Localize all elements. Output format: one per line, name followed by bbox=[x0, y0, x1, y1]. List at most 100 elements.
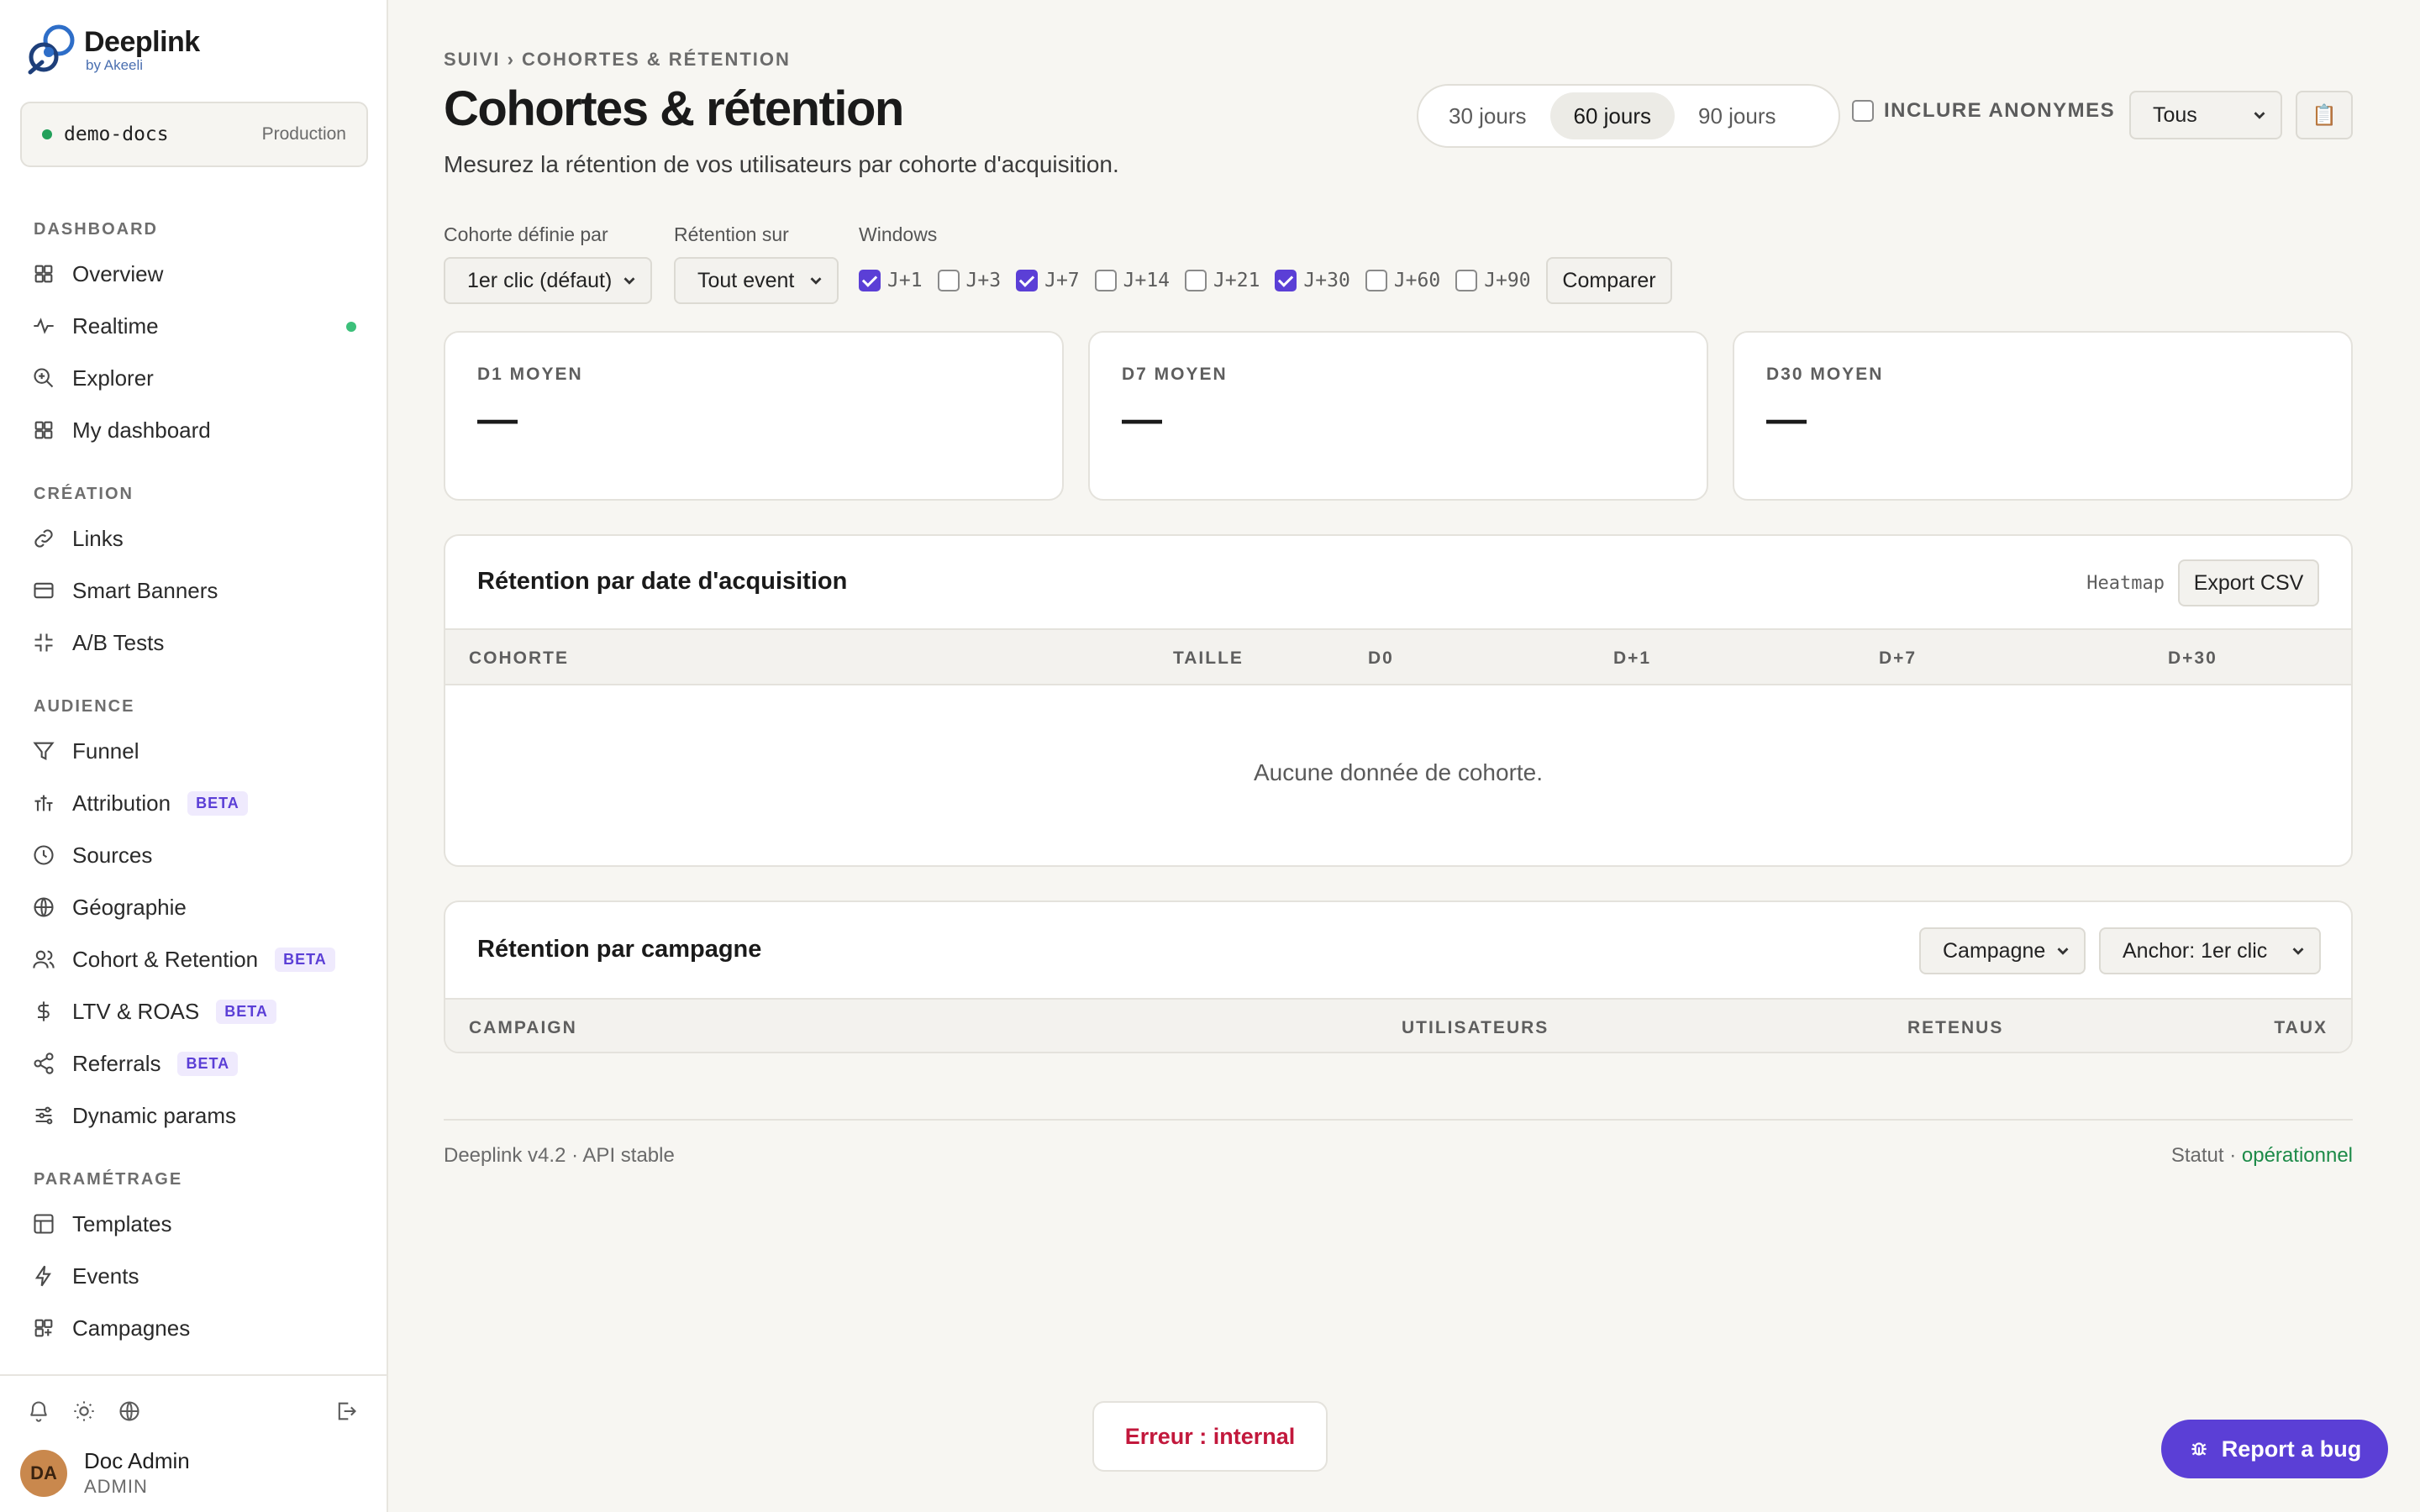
campaign-groupby-select[interactable]: Campagne bbox=[1919, 927, 2086, 974]
column-header: UTILISATEURS bbox=[1402, 1018, 1549, 1037]
calendar-button[interactable]: 📋 bbox=[2296, 91, 2353, 139]
nav-section-audience: AUDIENCE Funnel Attribution BETA Sources Géog… bbox=[0, 697, 387, 1142]
window-checkbox[interactable] bbox=[859, 270, 881, 291]
segment-select[interactable]: Tous bbox=[2129, 91, 2282, 139]
sliders-icon bbox=[32, 791, 55, 815]
compare-button[interactable]: Comparer bbox=[1546, 257, 1672, 304]
chevron-down-icon bbox=[2057, 948, 2069, 955]
window-j-30-toggle[interactable]: J+30 bbox=[1275, 270, 1350, 291]
chevron-down-icon bbox=[2292, 948, 2304, 955]
sidebar-item-funnel[interactable]: Funnel bbox=[0, 725, 387, 777]
sidebar-item-referrals[interactable]: Referrals BETA bbox=[0, 1037, 387, 1089]
zoom-in-icon bbox=[32, 366, 55, 390]
range-90-jours-button[interactable]: 90 jours bbox=[1675, 92, 1800, 139]
nav-heading: AUDIENCE bbox=[34, 697, 135, 716]
include-anonymous-checkbox[interactable] bbox=[1852, 100, 1874, 122]
window-checkbox[interactable] bbox=[1455, 270, 1478, 291]
sidebar-item-a-b-tests[interactable]: A/B Tests bbox=[0, 617, 387, 669]
bell-icon[interactable] bbox=[25, 1398, 52, 1425]
column-header: D+1 bbox=[1613, 648, 1652, 668]
window-j-21-toggle[interactable]: J+21 bbox=[1185, 270, 1260, 291]
date-range-toggle: 30 jours 60 jours 90 jours bbox=[1417, 84, 1840, 148]
sidebar-item-label: My dashboard bbox=[72, 417, 211, 443]
stat-label: D7 MOYEN bbox=[1122, 365, 1228, 384]
sidebar-item-dynamic-params[interactable]: Dynamic params bbox=[0, 1089, 387, 1142]
beta-badge: BETA bbox=[216, 999, 276, 1024]
window-checkbox[interactable] bbox=[1365, 270, 1387, 291]
window-checkbox[interactable] bbox=[1094, 270, 1117, 291]
user-profile[interactable]: DA Doc Admin ADMIN bbox=[20, 1448, 190, 1498]
dollar-icon bbox=[32, 1000, 55, 1023]
range-30-jours-button[interactable]: 30 jours bbox=[1425, 92, 1550, 139]
window-j-90-toggle[interactable]: J+90 bbox=[1455, 270, 1531, 291]
users-icon bbox=[32, 948, 55, 971]
sidebar-item-links[interactable]: Links bbox=[0, 512, 387, 564]
sidebar-item-label: Campagnes bbox=[72, 1315, 191, 1341]
beta-badge: BETA bbox=[177, 1051, 239, 1076]
sidebar-item-cohort-retention[interactable]: Cohort & Retention BETA bbox=[0, 933, 387, 985]
window-j-3-toggle[interactable]: J+3 bbox=[937, 270, 1001, 291]
stat-card-d7: D7 MOYEN — bbox=[1088, 331, 1708, 501]
sidebar-item-my-dashboard[interactable]: My dashboard bbox=[0, 404, 387, 456]
anchor-select[interactable]: Anchor: 1er clic bbox=[2099, 927, 2321, 974]
sidebar-item-geographie[interactable]: Géographie bbox=[0, 881, 387, 933]
export-csv-button[interactable]: Export CSV bbox=[2178, 559, 2319, 606]
cohort-definition-select[interactable]: 1er clic (défaut) bbox=[444, 257, 652, 304]
chevron-down-icon bbox=[2254, 112, 2265, 119]
logout-icon[interactable] bbox=[333, 1398, 360, 1425]
window-checkbox[interactable] bbox=[1185, 270, 1207, 291]
stat-value: — bbox=[477, 397, 518, 442]
column-header: D+30 bbox=[2168, 648, 2217, 668]
sidebar-item-campagnes[interactable]: Campagnes bbox=[0, 1302, 387, 1354]
globe-icon[interactable] bbox=[116, 1398, 143, 1425]
window-j-7-toggle[interactable]: J+7 bbox=[1016, 270, 1080, 291]
bug-icon bbox=[2191, 1442, 2207, 1456]
campaign-table-header: CAMPAIGN UTILISATEURS RETENUS TAUX bbox=[445, 998, 2351, 1052]
user-role: ADMIN bbox=[84, 1476, 148, 1497]
sidebar-item-label: Overview bbox=[72, 260, 164, 286]
sidebar-item-templates[interactable]: Templates bbox=[0, 1198, 387, 1250]
avatar: DA bbox=[20, 1449, 67, 1497]
window-checkbox[interactable] bbox=[937, 270, 960, 291]
range-60-jours-button[interactable]: 60 jours bbox=[1549, 92, 1675, 139]
heatmap-label: Heatmap bbox=[2086, 573, 2165, 594]
sun-icon[interactable] bbox=[71, 1398, 97, 1425]
sidebar-item-ltv-roas[interactable]: LTV & ROAS BETA bbox=[0, 985, 387, 1037]
deeplink-logo-icon bbox=[28, 24, 75, 75]
sidebar-item-realtime[interactable]: Realtime bbox=[0, 300, 387, 352]
sidebar-item-label: A/B Tests bbox=[72, 629, 165, 655]
sidebar-item-label: Events bbox=[72, 1263, 139, 1289]
report-bug-button[interactable]: Report a bug bbox=[2161, 1420, 2388, 1478]
brand[interactable]: Deeplink by Akeeli bbox=[24, 20, 200, 79]
windows-label: Windows bbox=[859, 223, 938, 245]
windows-checkboxes: J+1 J+3 J+7 J+14 J+21 J+30 J+60 J+90 bbox=[859, 257, 1546, 304]
nav-heading: PARAMÉTRAGE bbox=[34, 1170, 183, 1189]
sidebar-item-events[interactable]: Events bbox=[0, 1250, 387, 1302]
window-label: J+7 bbox=[1044, 270, 1080, 291]
retention-by-date-title: Rétention par date d'acquisition bbox=[477, 568, 848, 595]
page-title: Cohortes & rétention bbox=[444, 81, 904, 136]
sidebar-item-attribution[interactable]: Attribution BETA bbox=[0, 777, 387, 829]
nav-heading: CRÉATION bbox=[34, 485, 134, 503]
retention-table-header: COHORTE TAILLE D0 D+1 D+7 D+30 bbox=[445, 628, 2351, 685]
window-checkbox[interactable] bbox=[1275, 270, 1297, 291]
window-j-14-toggle[interactable]: J+14 bbox=[1094, 270, 1170, 291]
project-status-dot bbox=[42, 129, 52, 139]
sidebar-footer: DA Doc Admin ADMIN bbox=[0, 1374, 387, 1512]
retention-on-label: Rétention sur bbox=[674, 223, 789, 245]
sidebar-item-sources[interactable]: Sources bbox=[0, 829, 387, 881]
sidebar-item-smart-banners[interactable]: Smart Banners bbox=[0, 564, 387, 617]
sidebar-item-label: Attribution bbox=[72, 790, 171, 816]
sidebar-item-explorer[interactable]: Explorer bbox=[0, 352, 387, 404]
window-j-1-toggle[interactable]: J+1 bbox=[859, 270, 923, 291]
brand-name: Deeplink bbox=[84, 26, 200, 58]
globe-icon bbox=[32, 895, 55, 919]
retention-on-select[interactable]: Tout event bbox=[674, 257, 839, 304]
window-j-60-toggle[interactable]: J+60 bbox=[1365, 270, 1440, 291]
anchor-value: Anchor: 1er clic bbox=[2123, 938, 2268, 963]
sidebar-item-overview[interactable]: Overview bbox=[0, 248, 387, 300]
include-anonymous-toggle[interactable]: INCLURE ANONYMES bbox=[1852, 99, 2115, 123]
project-switcher[interactable]: demo-docs Production bbox=[20, 102, 368, 167]
error-toast: Erreur : internal bbox=[1092, 1401, 1328, 1472]
window-checkbox[interactable] bbox=[1016, 270, 1039, 291]
